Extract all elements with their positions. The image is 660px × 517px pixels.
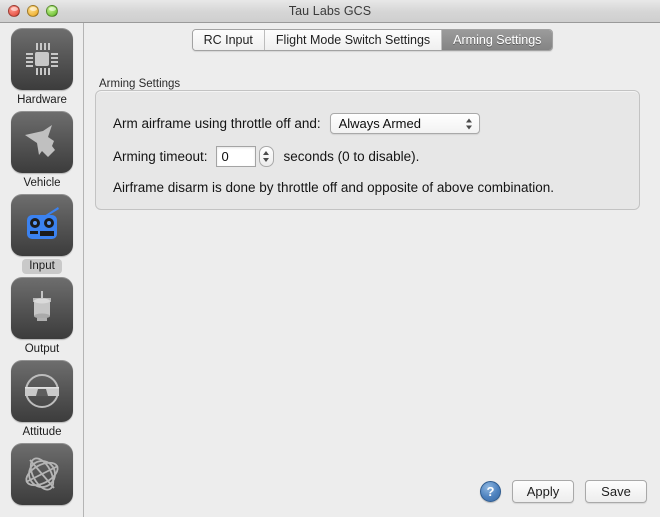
stepper-up-icon[interactable] xyxy=(263,151,270,155)
window-title: Tau Labs GCS xyxy=(288,4,372,18)
arming-timeout-stepper: 0 xyxy=(215,146,274,167)
arming-timeout-input[interactable]: 0 xyxy=(215,146,256,167)
gyroscope-icon xyxy=(11,443,73,505)
help-button[interactable]: ? xyxy=(480,481,501,502)
level-bubble-icon xyxy=(11,360,73,422)
sidebar-item-hardware[interactable]: Hardware xyxy=(0,28,84,111)
rc-transmitter-icon xyxy=(11,194,73,256)
apply-button[interactable]: Apply xyxy=(512,480,574,503)
sidebar-label-vehicle: Vehicle xyxy=(23,177,61,189)
chevron-updown-icon xyxy=(465,118,472,129)
sidebar-label-hardware: Hardware xyxy=(17,94,67,106)
tab-strip: RC Input Flight Mode Switch Settings Arm… xyxy=(191,29,554,51)
sidebar-label-gyroscope xyxy=(35,508,49,511)
sidebar-item-input[interactable]: Input xyxy=(0,194,84,277)
sidebar-item-attitude[interactable]: Attitude xyxy=(0,360,84,443)
sidebar: Hardware Vehicle Input Output Attitude xyxy=(0,23,84,517)
disarm-note: Airframe disarm is done by throttle off … xyxy=(113,180,554,195)
tab-bar: RC Input Flight Mode Switch Settings Arm… xyxy=(85,29,660,53)
tab-arming-settings[interactable]: Arming Settings xyxy=(442,30,553,50)
arming-timeout-row: Arming timeout: 0 seconds (0 to disable)… xyxy=(113,146,419,167)
content-area: RC Input Flight Mode Switch Settings Arm… xyxy=(85,23,660,517)
arm-airframe-row: Arm airframe using throttle off and: Alw… xyxy=(113,113,480,134)
tab-rc-input[interactable]: RC Input xyxy=(192,30,265,50)
footer-buttons: ? Apply Save xyxy=(480,480,647,503)
sidebar-label-output: Output xyxy=(24,343,60,355)
minimize-button[interactable] xyxy=(27,5,39,17)
sidebar-item-gyroscope[interactable] xyxy=(0,443,84,514)
sidebar-item-output[interactable]: Output xyxy=(0,277,84,360)
close-button[interactable] xyxy=(8,5,20,17)
sidebar-label-input: Input xyxy=(22,259,62,274)
save-button[interactable]: Save xyxy=(585,480,647,503)
tab-flight-mode-switch-settings[interactable]: Flight Mode Switch Settings xyxy=(264,30,443,50)
arm-condition-value: Always Armed xyxy=(338,116,421,131)
title-bar: Tau Labs GCS xyxy=(0,0,660,23)
stepper-down-icon[interactable] xyxy=(263,158,270,162)
arming-timeout-unit: seconds (0 to disable). xyxy=(283,149,420,164)
group-box-title: Arming Settings xyxy=(99,78,181,90)
window-controls xyxy=(8,5,58,17)
application-window: Tau Labs GCS Hardware Vehicle Input Outp… xyxy=(0,0,660,517)
sidebar-item-vehicle[interactable]: Vehicle xyxy=(0,111,84,194)
arm-condition-select[interactable]: Always Armed xyxy=(329,113,480,134)
chip-icon xyxy=(11,28,73,90)
motor-icon xyxy=(11,277,73,339)
arming-settings-group: Arm airframe using throttle off and: Alw… xyxy=(95,90,640,210)
zoom-button[interactable] xyxy=(46,5,58,17)
stepper-buttons[interactable] xyxy=(258,146,274,167)
arm-airframe-label: Arm airframe using throttle off and: xyxy=(113,116,321,131)
arming-timeout-label: Arming timeout: xyxy=(113,149,208,164)
sidebar-label-attitude: Attitude xyxy=(22,426,62,438)
aircraft-icon xyxy=(11,111,73,173)
